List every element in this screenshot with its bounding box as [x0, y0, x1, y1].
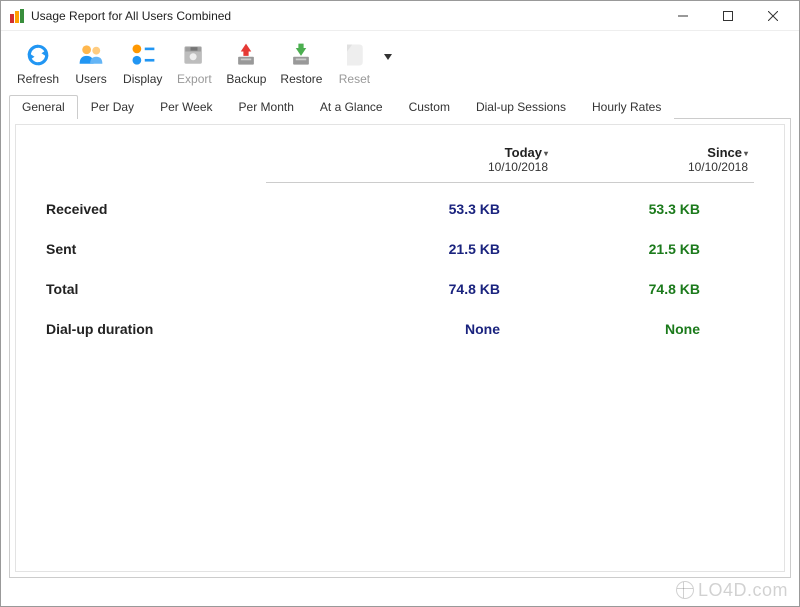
- dropdown-arrow-icon: ▾: [544, 149, 548, 158]
- column-since-date: 10/10/2018: [554, 160, 748, 174]
- refresh-label: Refresh: [17, 72, 59, 86]
- titlebar: Usage Report for All Users Combined: [1, 1, 799, 31]
- column-today-date: 10/10/2018: [354, 160, 548, 174]
- tab-dial-up-sessions[interactable]: Dial-up Sessions: [463, 95, 579, 119]
- tab-custom[interactable]: Custom: [396, 95, 463, 119]
- maximize-button[interactable]: [705, 1, 750, 31]
- refresh-icon: [22, 39, 54, 71]
- reset-label: Reset: [339, 72, 370, 86]
- received-today: 53.3 KB: [306, 201, 506, 217]
- tab-hourly-rates[interactable]: Hourly Rates: [579, 95, 674, 119]
- received-since: 53.3 KB: [506, 201, 706, 217]
- backup-icon: [230, 39, 262, 71]
- display-button[interactable]: Display: [117, 37, 168, 88]
- export-label: Export: [177, 72, 212, 86]
- dialup-since: None: [506, 321, 706, 337]
- tab-per-month[interactable]: Per Month: [226, 95, 307, 119]
- backup-button[interactable]: Backup: [220, 37, 272, 88]
- watermark-text: LO4D.com: [698, 580, 788, 600]
- refresh-button[interactable]: Refresh: [11, 37, 65, 88]
- display-icon: [127, 39, 159, 71]
- window-title: Usage Report for All Users Combined: [31, 9, 660, 23]
- dropdown-arrow-icon: ▾: [744, 149, 748, 158]
- chevron-down-icon: [384, 54, 392, 60]
- tab-per-day[interactable]: Per Day: [78, 95, 147, 119]
- export-icon: [178, 39, 210, 71]
- users-label: Users: [75, 72, 106, 86]
- column-today[interactable]: Today▾ 10/10/2018: [354, 145, 554, 174]
- column-today-title: Today: [505, 145, 542, 160]
- toolbar: Refresh Users Display: [1, 31, 799, 92]
- users-icon: [75, 39, 107, 71]
- globe-icon: [676, 581, 694, 599]
- total-today: 74.8 KB: [306, 281, 506, 297]
- backup-label: Backup: [226, 72, 266, 86]
- app-icon: [9, 8, 25, 24]
- usage-report: Today▾ 10/10/2018 Since▾ 10/10/2018 Rece…: [46, 145, 754, 337]
- restore-button[interactable]: Restore: [274, 37, 328, 88]
- column-since-title: Since: [707, 145, 742, 160]
- export-button[interactable]: Export: [170, 37, 218, 88]
- tab-general[interactable]: General: [9, 95, 78, 119]
- label-dialup: Dial-up duration: [46, 321, 306, 337]
- tab-at-a-glance[interactable]: At a Glance: [307, 95, 396, 119]
- minimize-button[interactable]: [660, 1, 705, 31]
- row-received: Received 53.3 KB 53.3 KB: [46, 201, 754, 217]
- window-controls: [660, 1, 795, 31]
- label-sent: Sent: [46, 241, 306, 257]
- reset-button[interactable]: Reset: [330, 37, 378, 88]
- column-since[interactable]: Since▾ 10/10/2018: [554, 145, 754, 174]
- restore-icon: [285, 39, 317, 71]
- tabpanel-inner: Today▾ 10/10/2018 Since▾ 10/10/2018 Rece…: [15, 124, 785, 572]
- row-total: Total 74.8 KB 74.8 KB: [46, 281, 754, 297]
- close-button[interactable]: [750, 1, 795, 31]
- sent-since: 21.5 KB: [506, 241, 706, 257]
- label-received: Received: [46, 201, 306, 217]
- tabpanel: Today▾ 10/10/2018 Since▾ 10/10/2018 Rece…: [9, 118, 791, 578]
- sent-today: 21.5 KB: [306, 241, 506, 257]
- reset-icon: [338, 39, 370, 71]
- row-dialup: Dial-up duration None None: [46, 321, 754, 337]
- dialup-today: None: [306, 321, 506, 337]
- label-total: Total: [46, 281, 306, 297]
- total-since: 74.8 KB: [506, 281, 706, 297]
- report-header: Today▾ 10/10/2018 Since▾ 10/10/2018: [46, 145, 754, 174]
- users-button[interactable]: Users: [67, 37, 115, 88]
- header-rule: [266, 182, 754, 183]
- tabstrip: General Per Day Per Week Per Month At a …: [1, 94, 799, 118]
- row-sent: Sent 21.5 KB 21.5 KB: [46, 241, 754, 257]
- display-label: Display: [123, 72, 162, 86]
- tab-per-week[interactable]: Per Week: [147, 95, 225, 119]
- restore-label: Restore: [280, 72, 322, 86]
- watermark: LO4D.com: [676, 580, 788, 601]
- toolbar-dropdown[interactable]: [380, 37, 396, 77]
